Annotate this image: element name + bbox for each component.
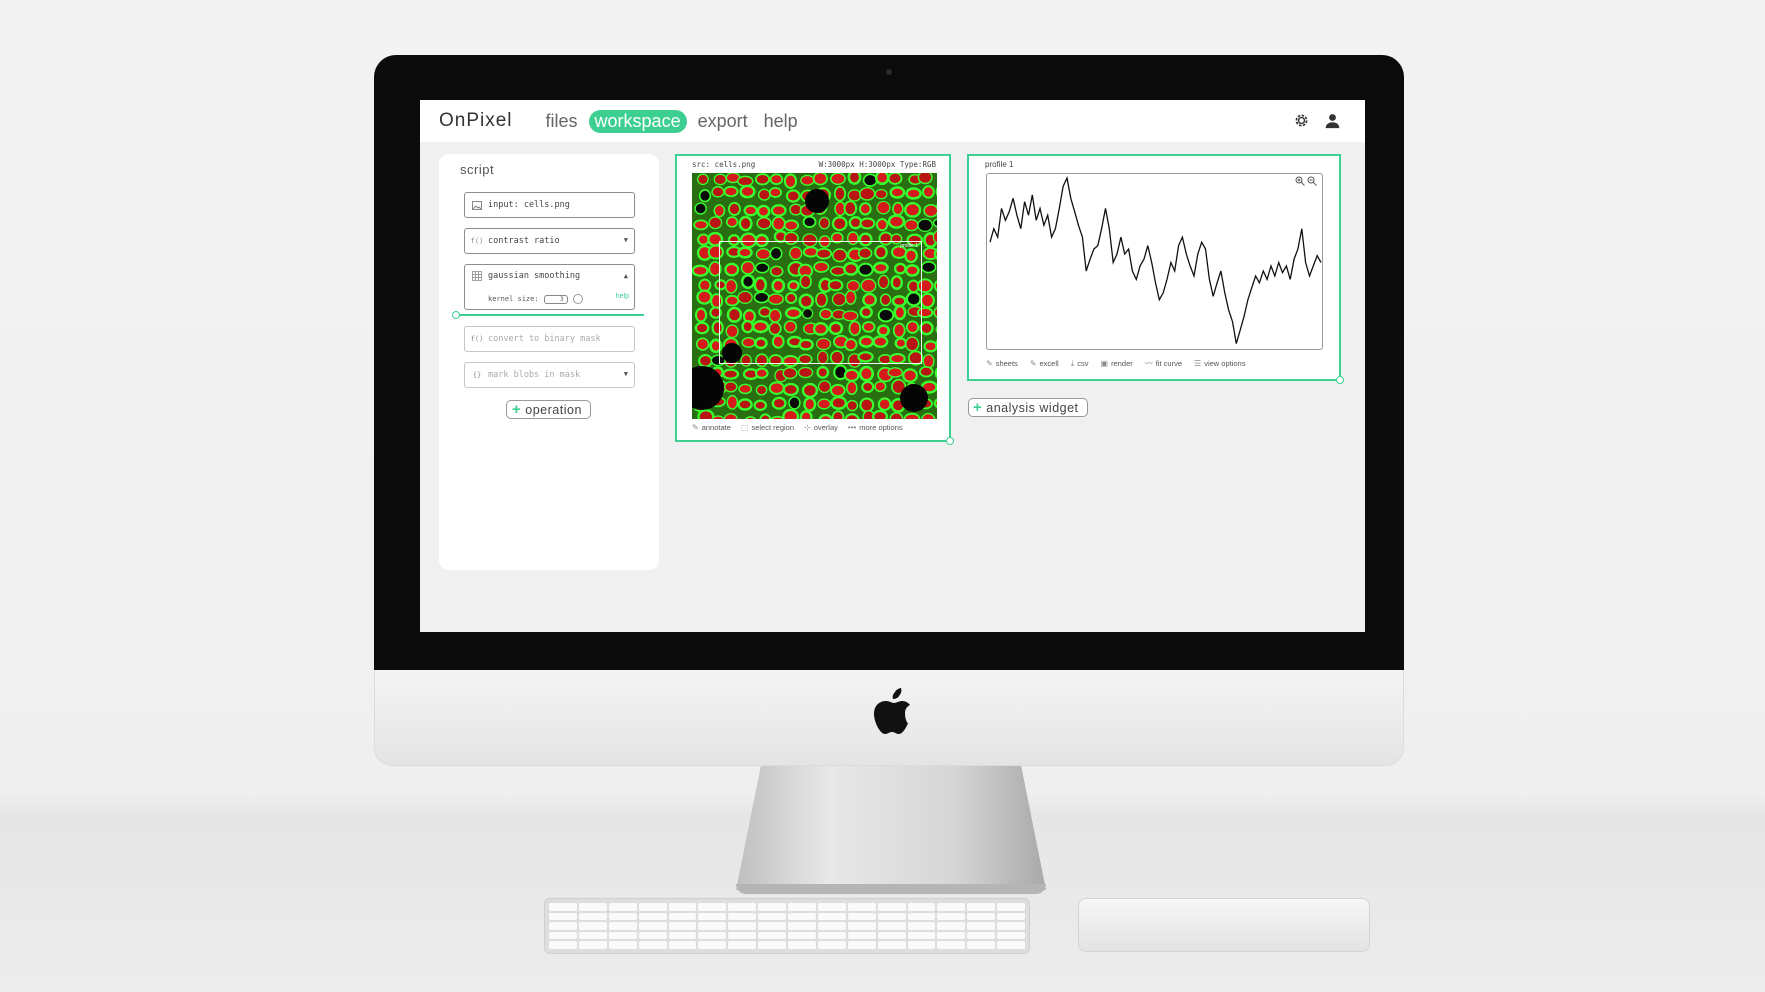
more-options-tool[interactable]: ••• more options (848, 423, 903, 432)
app-brand[interactable]: OnPixel (439, 110, 513, 132)
nav-export[interactable]: export (693, 110, 753, 133)
image-toolbar: ✎ annotate ⬚ select region ⊹ overlay ••• mor… (692, 423, 903, 432)
csv-tool[interactable]: ⤓ csv (1071, 358, 1089, 369)
image-icon (471, 200, 483, 210)
profile-plot[interactable] (986, 173, 1323, 350)
select-region-tool[interactable]: ⬚ select region (741, 423, 794, 432)
script-title: script (460, 162, 495, 177)
insert-indicator (454, 314, 644, 316)
insert-handle[interactable] (452, 311, 460, 319)
pencil-icon: ✎ (692, 423, 699, 432)
profile-chart (989, 175, 1322, 344)
profile-widget[interactable]: profile 1 ✎ sheets ✎ excell ⤓ csv ▣ render 〰… (967, 154, 1344, 384)
chevron-up-icon[interactable]: ▲ (624, 272, 628, 280)
script-panel: script input: cells.png f() contrast rat… (439, 154, 659, 570)
tool-label: view options (1204, 359, 1246, 368)
chevron-down-icon[interactable]: ▼ (624, 370, 628, 378)
main-nav: files workspace export help (541, 109, 803, 133)
edit-icon: ✎ (986, 359, 993, 368)
nav-files[interactable]: files (541, 110, 583, 133)
top-icons (1293, 112, 1341, 129)
help-link[interactable]: help (616, 293, 629, 300)
edit-icon: ✎ (1029, 359, 1037, 368)
op-mark-blobs[interactable]: {} mark blobs in mask ▼ (464, 362, 635, 388)
add-widget-label: analysis widget (986, 400, 1079, 415)
roi-rectangle[interactable]: profile 1 (719, 241, 922, 364)
cell-image[interactable]: profile 1 (692, 173, 937, 419)
op-label: mark blobs in mask (488, 370, 581, 380)
nav-help[interactable]: help (759, 110, 803, 133)
monitor-stand (736, 766, 1046, 890)
image-source: src: cells.png (692, 160, 756, 169)
app-screen: OnPixel files workspace export help scri… (420, 100, 1365, 632)
profile-toolbar: ✎ sheets ✎ excell ⤓ csv ▣ render 〰 fit curve … (986, 358, 1245, 369)
top-bar: OnPixel files workspace export help (420, 100, 1365, 142)
chevron-down-icon[interactable]: ▼ (624, 236, 628, 244)
dots-icon: ••• (847, 423, 857, 432)
plus-icon: + (973, 399, 983, 416)
tool-label: select region (751, 423, 794, 432)
function-icon: f() (470, 237, 484, 245)
tool-label: more options (859, 423, 903, 432)
tool-label: fit curve (1155, 359, 1183, 368)
op-input[interactable]: input: cells.png (464, 192, 635, 218)
view-options-tool[interactable]: ☰ view options (1194, 358, 1245, 369)
overlay-tool[interactable]: ⊹ overlay (804, 423, 838, 432)
op-label: gaussian smoothing (488, 271, 581, 281)
tool-label: overlay (813, 423, 838, 432)
op-contrast[interactable]: f() contrast ratio ▼ (464, 228, 635, 254)
monitor-chin (374, 670, 1404, 766)
sliders-icon: ☰ (1194, 359, 1202, 368)
zoom-controls (1295, 176, 1317, 186)
add-operation-label: operation (525, 402, 582, 417)
overlay-icon: ⊹ (804, 423, 811, 432)
tool-label: csv (1077, 359, 1089, 368)
tool-label: excell (1039, 359, 1059, 368)
keyboard (544, 898, 1030, 954)
kernel-label: kernel size: (488, 295, 539, 303)
fit-curve-tool[interactable]: 〰 fit curve (1145, 358, 1182, 369)
resize-handle[interactable] (946, 437, 954, 445)
braces-icon: {} (472, 371, 482, 379)
trackpad (1078, 898, 1370, 952)
sheets-tool[interactable]: ✎ sheets (986, 358, 1018, 369)
user-icon[interactable] (1324, 112, 1341, 129)
add-operation-button[interactable]: + operation (506, 400, 591, 419)
tool-label: sheets (995, 359, 1018, 368)
profile-line (989, 175, 1322, 344)
select-icon: ⬚ (740, 423, 749, 432)
op-label: convert to binary mask (488, 334, 601, 344)
render-tool[interactable]: ▣ render (1101, 358, 1133, 369)
image-icon: ▣ (1100, 359, 1109, 368)
function-icon: f() (470, 335, 484, 343)
resize-handle[interactable] (1336, 376, 1344, 384)
camera (886, 69, 892, 75)
kernel-row: kernel size: 3 (488, 294, 583, 304)
grid-icon (471, 271, 483, 281)
op-binary-mask[interactable]: f() convert to binary mask (464, 326, 635, 352)
apple-logo-icon (874, 688, 910, 734)
tool-label: annotate (701, 423, 731, 432)
op-gaussian[interactable]: gaussian smoothing ▲ kernel size: 3 help (464, 264, 635, 310)
zoom-out-icon[interactable] (1307, 176, 1317, 186)
kernel-size-input[interactable]: 3 (543, 294, 568, 304)
roi-label: profile 1 (900, 243, 918, 249)
monitor-stand-base (736, 884, 1046, 894)
plus-icon: + (512, 401, 522, 418)
add-analysis-widget-button[interactable]: + analysis widget (968, 398, 1088, 417)
annotate-tool[interactable]: ✎ annotate (692, 423, 731, 432)
excel-tool[interactable]: ✎ excell (1030, 358, 1059, 369)
image-widget[interactable]: src: cells.png W:3000px H:3000px Type:RG… (675, 154, 954, 445)
op-label: input: cells.png (488, 200, 570, 210)
profile-title: profile 1 (985, 160, 1014, 169)
nav-workspace[interactable]: workspace (588, 109, 687, 133)
reset-icon[interactable] (572, 294, 583, 304)
image-info: W:3000px H:3000px Type:RGB (818, 160, 936, 169)
curve-icon: 〰 (1144, 359, 1153, 368)
zoom-in-icon[interactable] (1295, 176, 1305, 186)
op-label: contrast ratio (488, 236, 560, 246)
gear-icon[interactable] (1293, 112, 1310, 129)
download-icon: ⤓ (1070, 358, 1075, 368)
tool-label: render (1111, 359, 1133, 368)
